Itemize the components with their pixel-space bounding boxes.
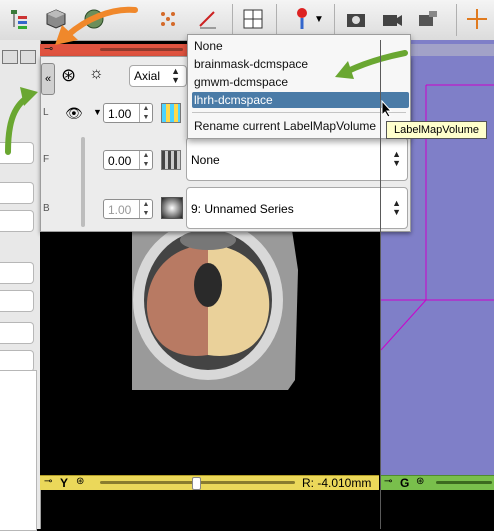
view-divider xyxy=(380,40,381,529)
spin-arrows-icon[interactable]: ▲ ▼ xyxy=(139,151,152,169)
module-list-area[interactable] xyxy=(0,370,37,531)
screenshot-camera-icon[interactable] xyxy=(343,6,369,32)
background-icon[interactable] xyxy=(161,197,183,219)
undock-icon[interactable] xyxy=(2,50,18,64)
tooltip: LabelMapVolume xyxy=(386,121,487,139)
background-volume-value: 9: Unnamed Series xyxy=(191,202,294,216)
3d-view-header xyxy=(410,44,494,56)
module-field[interactable] xyxy=(0,322,34,344)
grid-dots-icon[interactable] xyxy=(155,6,181,32)
outline-icon[interactable]: ☼ xyxy=(89,65,111,87)
spin-arrows-icon[interactable]: ▲ ▼ xyxy=(139,104,152,122)
background-opacity-value: 1.00 xyxy=(108,203,132,217)
green-slice-header[interactable]: ⊸ G ⊛ xyxy=(380,475,494,490)
module-field[interactable] xyxy=(0,210,34,232)
foreground-opacity-value: 0.00 xyxy=(108,154,132,168)
layout-grid-icon[interactable] xyxy=(240,6,266,32)
row-label-foreground: F xyxy=(43,154,50,165)
module-field[interactable] xyxy=(0,262,34,284)
green-arrow-left-icon xyxy=(5,87,38,155)
pin-icon[interactable]: ⊸ xyxy=(44,476,52,487)
dropdown-divider xyxy=(192,112,406,113)
spin-arrows-icon[interactable]: ▲ ▼ xyxy=(139,200,152,218)
orientation-value: Axial xyxy=(134,69,161,83)
module-tree-icon[interactable] xyxy=(6,6,32,32)
visibility-eye-icon[interactable]: 👁 xyxy=(65,105,85,121)
foreground-icon[interactable] xyxy=(161,150,181,170)
link-icon[interactable]: ⊛ xyxy=(416,476,424,487)
scene-camera-icon[interactable] xyxy=(415,6,441,32)
pin-icon[interactable]: ⊸ xyxy=(384,476,392,487)
row-label-label: L xyxy=(43,107,49,118)
module-field[interactable] xyxy=(0,290,34,312)
row-label-background: B xyxy=(43,203,50,214)
orientation-select[interactable]: Axial ▲ ▼ xyxy=(129,65,187,87)
green-view-letter: G xyxy=(400,476,410,490)
foreground-volume-select[interactable]: None ▲ ▼ xyxy=(186,137,408,181)
slice-offset-readout: R: -4.010mm xyxy=(302,476,372,490)
measure-icon[interactable] xyxy=(194,6,220,32)
module-field[interactable] xyxy=(0,350,34,372)
lightbox-icon[interactable] xyxy=(161,103,181,123)
module-field[interactable] xyxy=(0,182,34,204)
close-icon[interactable] xyxy=(20,50,36,64)
red-slice-view[interactable] xyxy=(40,230,380,475)
collapse-button[interactable]: « xyxy=(41,63,55,95)
opacity-vertical-slider[interactable] xyxy=(81,137,85,227)
background-opacity-spinbox[interactable]: 1.00 ▲ ▼ xyxy=(103,199,153,219)
rename-labelmap-action[interactable]: Rename current LabelMapVolume xyxy=(192,118,409,134)
foreground-volume-value: None xyxy=(191,153,220,167)
green-arrow-right-icon xyxy=(335,50,408,79)
link-icon[interactable]: ⊛ xyxy=(61,65,83,87)
link-icon[interactable]: ⊛ xyxy=(76,476,84,487)
yellow-slice-header[interactable]: ⊸ Y ⊛ R: -4.010mm xyxy=(40,475,379,490)
mouse-cursor-icon xyxy=(381,100,393,118)
green-slice-slider[interactable] xyxy=(436,481,492,484)
label-opacity-spinbox[interactable]: 1.00 ▲ ▼ xyxy=(103,103,153,123)
chevron-icon: ▲ ▼ xyxy=(171,66,180,85)
chevron-icon: ▲ ▼ xyxy=(392,198,401,217)
crosshair-icon[interactable] xyxy=(464,6,490,32)
foreground-opacity-spinbox[interactable]: 0.00 ▲ ▼ xyxy=(103,150,153,170)
label-opacity-value: 1.00 xyxy=(108,107,132,121)
chevron-down-icon[interactable]: ▼ xyxy=(93,107,102,117)
chevron-icon: ▲ ▼ xyxy=(392,149,401,168)
chevron-down-icon[interactable]: ▼ xyxy=(312,6,326,32)
yellow-view-letter: Y xyxy=(60,476,69,490)
video-camera-icon[interactable] xyxy=(379,6,405,32)
orange-arrow-icon xyxy=(55,6,138,45)
dropdown-item-lhrh[interactable]: lhrh-dcmspace xyxy=(192,92,409,108)
background-volume-select[interactable]: 9: Unnamed Series ▲ ▼ xyxy=(186,187,408,229)
slider-handle[interactable] xyxy=(192,477,201,490)
